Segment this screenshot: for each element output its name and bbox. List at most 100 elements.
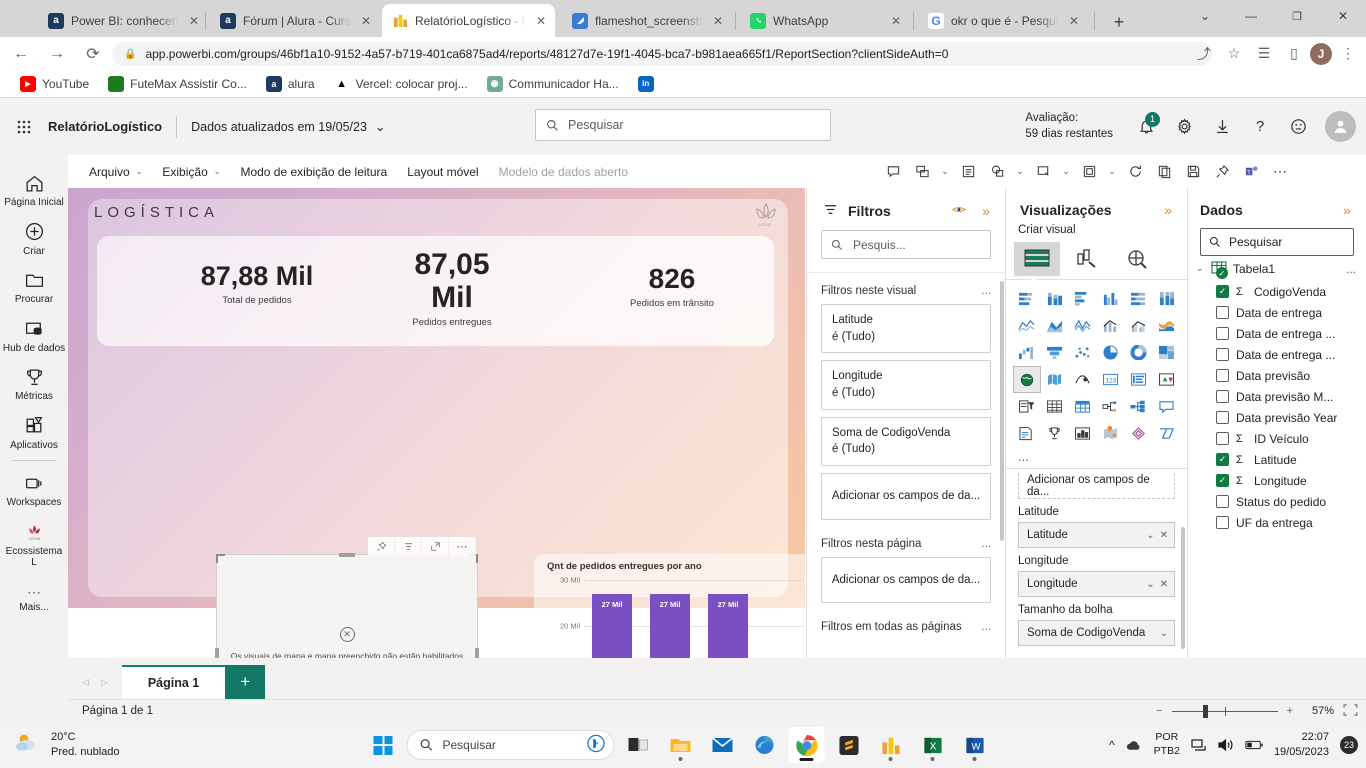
browser-tab[interactable]: a Fórum | Alura - Cursos ✕ <box>210 4 380 37</box>
remove-field-icon[interactable]: ✕ <box>1160 579 1168 590</box>
onedrive-icon[interactable] <box>1126 739 1143 751</box>
100-stacked-column-icon[interactable] <box>1152 285 1180 312</box>
pie-chart-icon[interactable] <box>1097 339 1125 366</box>
zoom-out-button[interactable]: − <box>1156 705 1162 717</box>
filter-card[interactable]: Longitude é (Tudo) <box>821 360 991 410</box>
refresh-icon[interactable] <box>1122 159 1148 185</box>
notification-count-badge[interactable]: 23 <box>1340 736 1358 754</box>
bookmark-item[interactable]: in <box>630 73 668 95</box>
windows-start-icon[interactable] <box>373 735 393 755</box>
sidebar-item-workspaces[interactable]: Workspaces <box>0 465 68 514</box>
chart-bar[interactable]: 27 Mil <box>592 594 632 658</box>
tab-close-icon[interactable]: ✕ <box>710 13 726 29</box>
smart-narrative-icon[interactable] <box>1041 420 1069 447</box>
checkbox[interactable]: ✓ <box>1216 369 1229 382</box>
treemap-icon[interactable] <box>1152 339 1180 366</box>
taskbar-file-explorer[interactable] <box>663 727 699 763</box>
taskbar-sublime[interactable] <box>831 727 867 763</box>
filters-search-input[interactable]: Pesquis... <box>821 230 991 259</box>
funnel-icon[interactable] <box>1041 339 1069 366</box>
stacked-bar-chart-icon[interactable] <box>1013 285 1041 312</box>
filters-scrollbar[interactable] <box>1000 281 1004 541</box>
battery-icon[interactable] <box>1245 739 1263 751</box>
tab-close-icon[interactable]: ✕ <box>1066 13 1082 29</box>
filled-map-icon[interactable] <box>1041 366 1069 393</box>
data-search-input[interactable]: Pesquisar <box>1200 228 1354 256</box>
kpi-icon[interactable] <box>1152 366 1180 393</box>
data-field-data-de-entrega-3[interactable]: ✓ Data de entrega ... <box>1188 344 1366 365</box>
data-field-latitude[interactable]: ✓ Σ Latitude <box>1188 449 1366 470</box>
checkbox[interactable]: ✓ <box>1216 432 1229 445</box>
add-filter-field-dropzone[interactable]: Adicionar os campos de da... <box>821 556 991 604</box>
page-tab-pagina-1[interactable]: Página 1 <box>121 665 226 699</box>
menu-modelo-dados[interactable]: Modelo de dados aberto <box>490 160 637 184</box>
stacked-area-chart-icon[interactable] <box>1069 312 1097 339</box>
expand-pane-icon[interactable]: » <box>1159 202 1177 218</box>
browser-tab-active[interactable]: RelatórioLogístico - Po ✕ <box>382 4 555 37</box>
chevron-down-icon[interactable]: ⌄ <box>1146 530 1154 541</box>
bing-copilot-icon[interactable] <box>587 734 606 756</box>
checkbox[interactable]: ✓ <box>1216 390 1229 403</box>
stacked-column-chart-icon[interactable] <box>1041 285 1069 312</box>
checkbox[interactable]: ✓ <box>1216 495 1229 508</box>
tab-format-visual[interactable] <box>1064 242 1110 276</box>
report-canvas[interactable]: LOGÍSTICA LOTUS 87,88 Mil Total de pedid… <box>68 188 805 658</box>
bookmark-item[interactable]: FuteMax Assistir Co... <box>100 73 255 95</box>
menu-exibicao[interactable]: Exibição ⌄ <box>153 160 229 184</box>
well-longitude[interactable]: Longitude ⌄ ✕ <box>1018 571 1175 597</box>
app-launcher-icon[interactable] <box>0 119 48 135</box>
more-visuals-icon[interactable]: ... <box>1006 447 1187 468</box>
tab-close-icon[interactable]: ✕ <box>533 13 549 29</box>
ribbon-chart-icon[interactable] <box>1152 312 1180 339</box>
data-field-data-previsao[interactable]: ✓ Data previsão <box>1188 365 1366 386</box>
focus-mode-icon[interactable] <box>422 537 449 556</box>
data-field-id-veiculo[interactable]: ✓ Σ ID Veículo <box>1188 428 1366 449</box>
pin-icon[interactable] <box>368 537 395 556</box>
close-window-button[interactable]: ✕ <box>1320 0 1366 32</box>
remove-field-icon[interactable]: ✕ <box>1160 530 1168 541</box>
resize-handle-right[interactable] <box>475 647 479 658</box>
save-icon[interactable] <box>1180 159 1206 185</box>
qna-icon[interactable] <box>1152 393 1180 420</box>
minimize-button[interactable]: — <box>1228 0 1274 32</box>
zoom-slider-thumb[interactable] <box>1202 704 1208 718</box>
clustered-bar-chart-icon[interactable] <box>1069 285 1097 312</box>
well-add-field[interactable]: Adicionar os campos de da... <box>1018 473 1175 499</box>
network-icon[interactable] <box>1191 738 1207 752</box>
chart-bar[interactable]: 27 Mil <box>708 594 748 658</box>
zoom-in-button[interactable]: + <box>1287 705 1293 717</box>
data-field-data-previsao-m[interactable]: ✓ Data previsão M... <box>1188 386 1366 407</box>
more-options-icon[interactable]: ⋯ <box>1267 159 1293 185</box>
chevron-down-icon[interactable]: ⌄ <box>1013 166 1027 177</box>
tab-analytics[interactable] <box>1114 242 1160 276</box>
data-field-longitude[interactable]: ✓ Σ Longitude <box>1188 470 1366 491</box>
comment-icon[interactable] <box>880 159 906 185</box>
data-field-data-de-entrega-2[interactable]: ✓ Data de entrega ... <box>1188 323 1366 344</box>
maximize-button[interactable]: ❐ <box>1274 0 1320 32</box>
next-page-icon[interactable]: ▷ <box>101 677 108 688</box>
matrix-icon[interactable] <box>1069 393 1097 420</box>
new-tab-button[interactable]: + <box>1106 9 1132 35</box>
donut-chart-icon[interactable] <box>1124 339 1152 366</box>
taskbar-task-view[interactable] <box>621 727 657 763</box>
feedback-icon[interactable] <box>1281 110 1315 144</box>
multi-row-card-icon[interactable] <box>1124 366 1152 393</box>
more-options-icon[interactable]: ⋯ <box>449 537 476 556</box>
add-filter-field-dropzone[interactable]: Adicionar os campos de da... <box>821 473 991 520</box>
reload-button[interactable]: ⟳ <box>78 39 108 69</box>
more-options-icon[interactable]: ... <box>981 538 991 550</box>
bookmark-item[interactable]: ▲ Vercel: colocar proj... <box>326 73 476 95</box>
area-chart-icon[interactable] <box>1041 312 1069 339</box>
taskbar-excel[interactable]: X <box>915 727 951 763</box>
sidebar-item-ecossistema-l[interactable]: LOTUS Ecossistema L <box>0 514 68 574</box>
sidebar-item-pagina-inicial[interactable]: Página Inicial <box>0 165 68 214</box>
download-icon[interactable] <box>1205 110 1239 144</box>
expand-pane-icon[interactable]: » <box>1338 202 1356 218</box>
tab-close-icon[interactable]: ✕ <box>358 13 374 29</box>
kpi-card-group[interactable]: 87,88 Mil Total de pedidos 87,05 Mil Ped… <box>97 236 774 346</box>
sidebar-item-aplicativos[interactable]: Aplicativos <box>0 408 68 457</box>
checkbox[interactable]: ✓ <box>1216 453 1229 466</box>
filter-icon[interactable] <box>395 537 422 556</box>
kpi-pedidos-transito[interactable]: 826 Pedidos em trânsito <box>597 263 747 309</box>
taskbar-chrome[interactable] <box>788 727 825 763</box>
